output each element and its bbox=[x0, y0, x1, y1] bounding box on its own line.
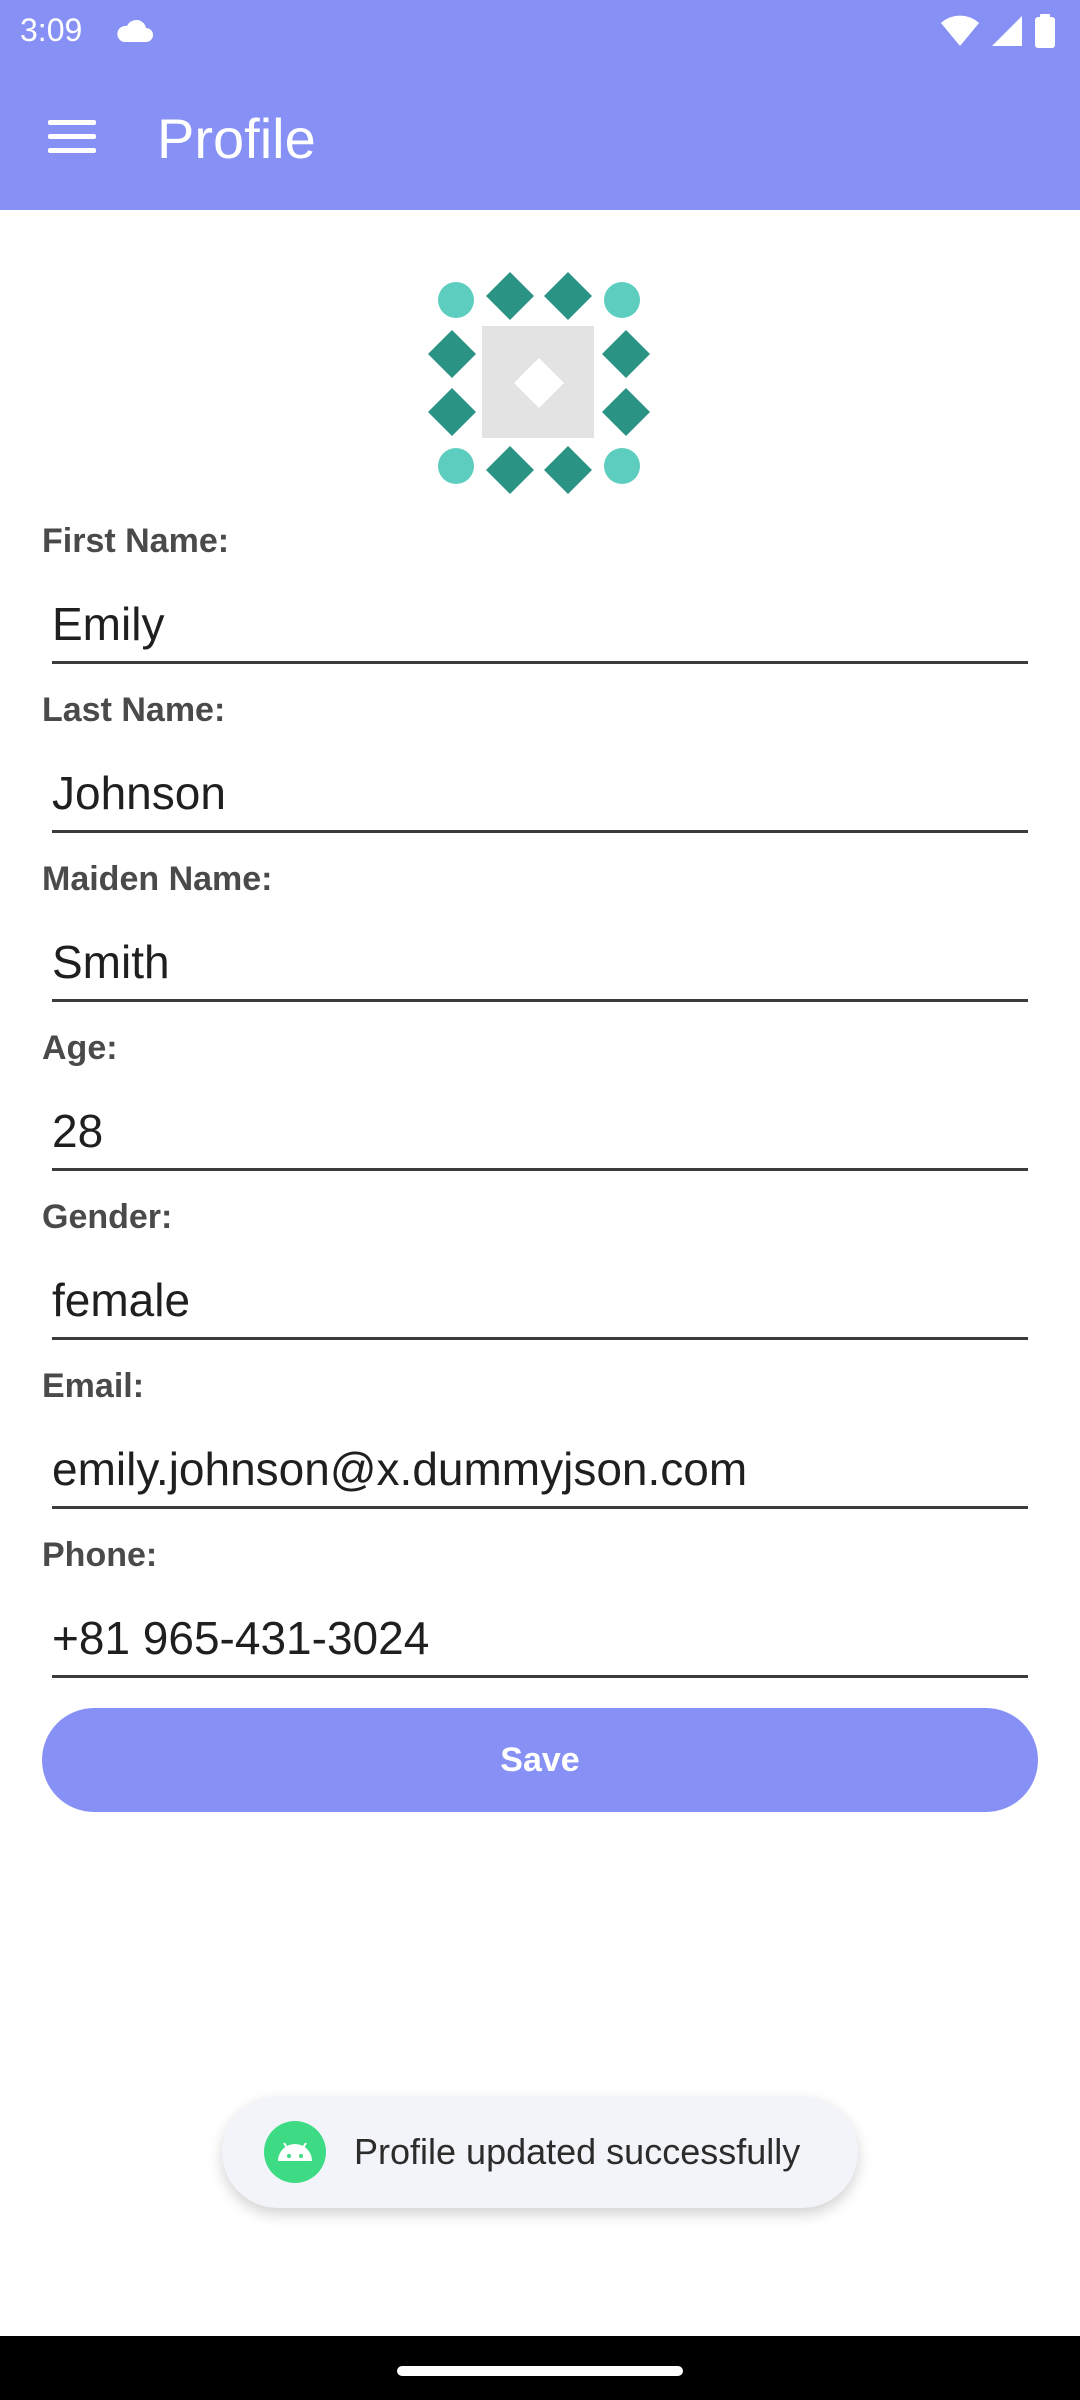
email-label: Email: bbox=[42, 1367, 145, 1405]
system-nav-bar bbox=[0, 2336, 1080, 2400]
wifi-icon bbox=[941, 15, 979, 46]
age-label: Age: bbox=[42, 1029, 118, 1067]
status-bar: 3:09 bbox=[0, 0, 1080, 62]
save-button[interactable]: Save bbox=[42, 1708, 1038, 1812]
phone-label: Phone: bbox=[42, 1536, 158, 1574]
avatar bbox=[428, 272, 650, 494]
phone-field[interactable] bbox=[52, 1600, 1028, 1678]
battery-icon bbox=[1035, 14, 1055, 48]
gender-label: Gender: bbox=[42, 1198, 173, 1236]
gender-field[interactable] bbox=[52, 1262, 1028, 1340]
first-name-label: First Name: bbox=[42, 522, 230, 560]
top-app-bar: Profile bbox=[0, 62, 1080, 210]
last-name-field[interactable] bbox=[52, 755, 1028, 833]
last-name-label: Last Name: bbox=[42, 691, 226, 729]
maiden-name-field[interactable] bbox=[52, 924, 1028, 1002]
cloud-icon bbox=[117, 19, 153, 42]
signal-icon bbox=[992, 16, 1022, 46]
toast-message: Profile updated successfully bbox=[354, 2131, 801, 2172]
first-name-field[interactable] bbox=[52, 586, 1028, 664]
toast: Profile updated successfully bbox=[222, 2096, 858, 2208]
status-time: 3:09 bbox=[20, 12, 83, 48]
email-field[interactable] bbox=[52, 1431, 1028, 1509]
android-icon bbox=[264, 2121, 326, 2183]
menu-icon[interactable] bbox=[40, 112, 104, 160]
home-handle[interactable] bbox=[397, 2366, 683, 2376]
page-title: Profile bbox=[157, 107, 316, 170]
age-field[interactable] bbox=[52, 1093, 1028, 1171]
maiden-name-label: Maiden Name: bbox=[42, 860, 273, 898]
